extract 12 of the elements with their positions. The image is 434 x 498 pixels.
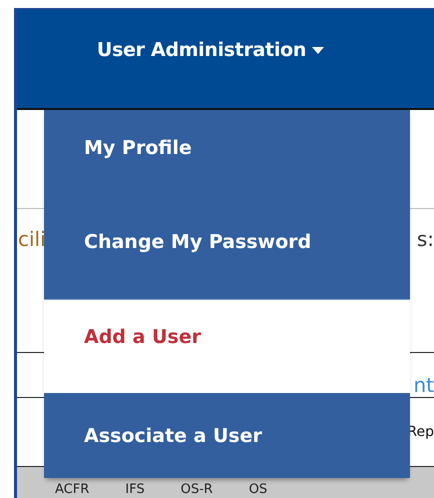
column-header: ACFR — [55, 482, 90, 497]
column-header: OS — [248, 482, 268, 497]
link[interactable]: nt — [413, 373, 434, 397]
column-header: OS-R — [180, 482, 213, 497]
menu-item[interactable]: Add a User — [44, 300, 410, 393]
field-label: s: — [416, 227, 434, 251]
caret-icon — [312, 46, 324, 54]
column-header: IFS — [125, 482, 145, 497]
field-label: cili — [18, 227, 46, 251]
menu-item[interactable]: Associate a User — [44, 393, 410, 478]
menu-item[interactable]: My Profile — [44, 110, 410, 185]
menu-item[interactable]: Change My Password — [44, 185, 410, 300]
